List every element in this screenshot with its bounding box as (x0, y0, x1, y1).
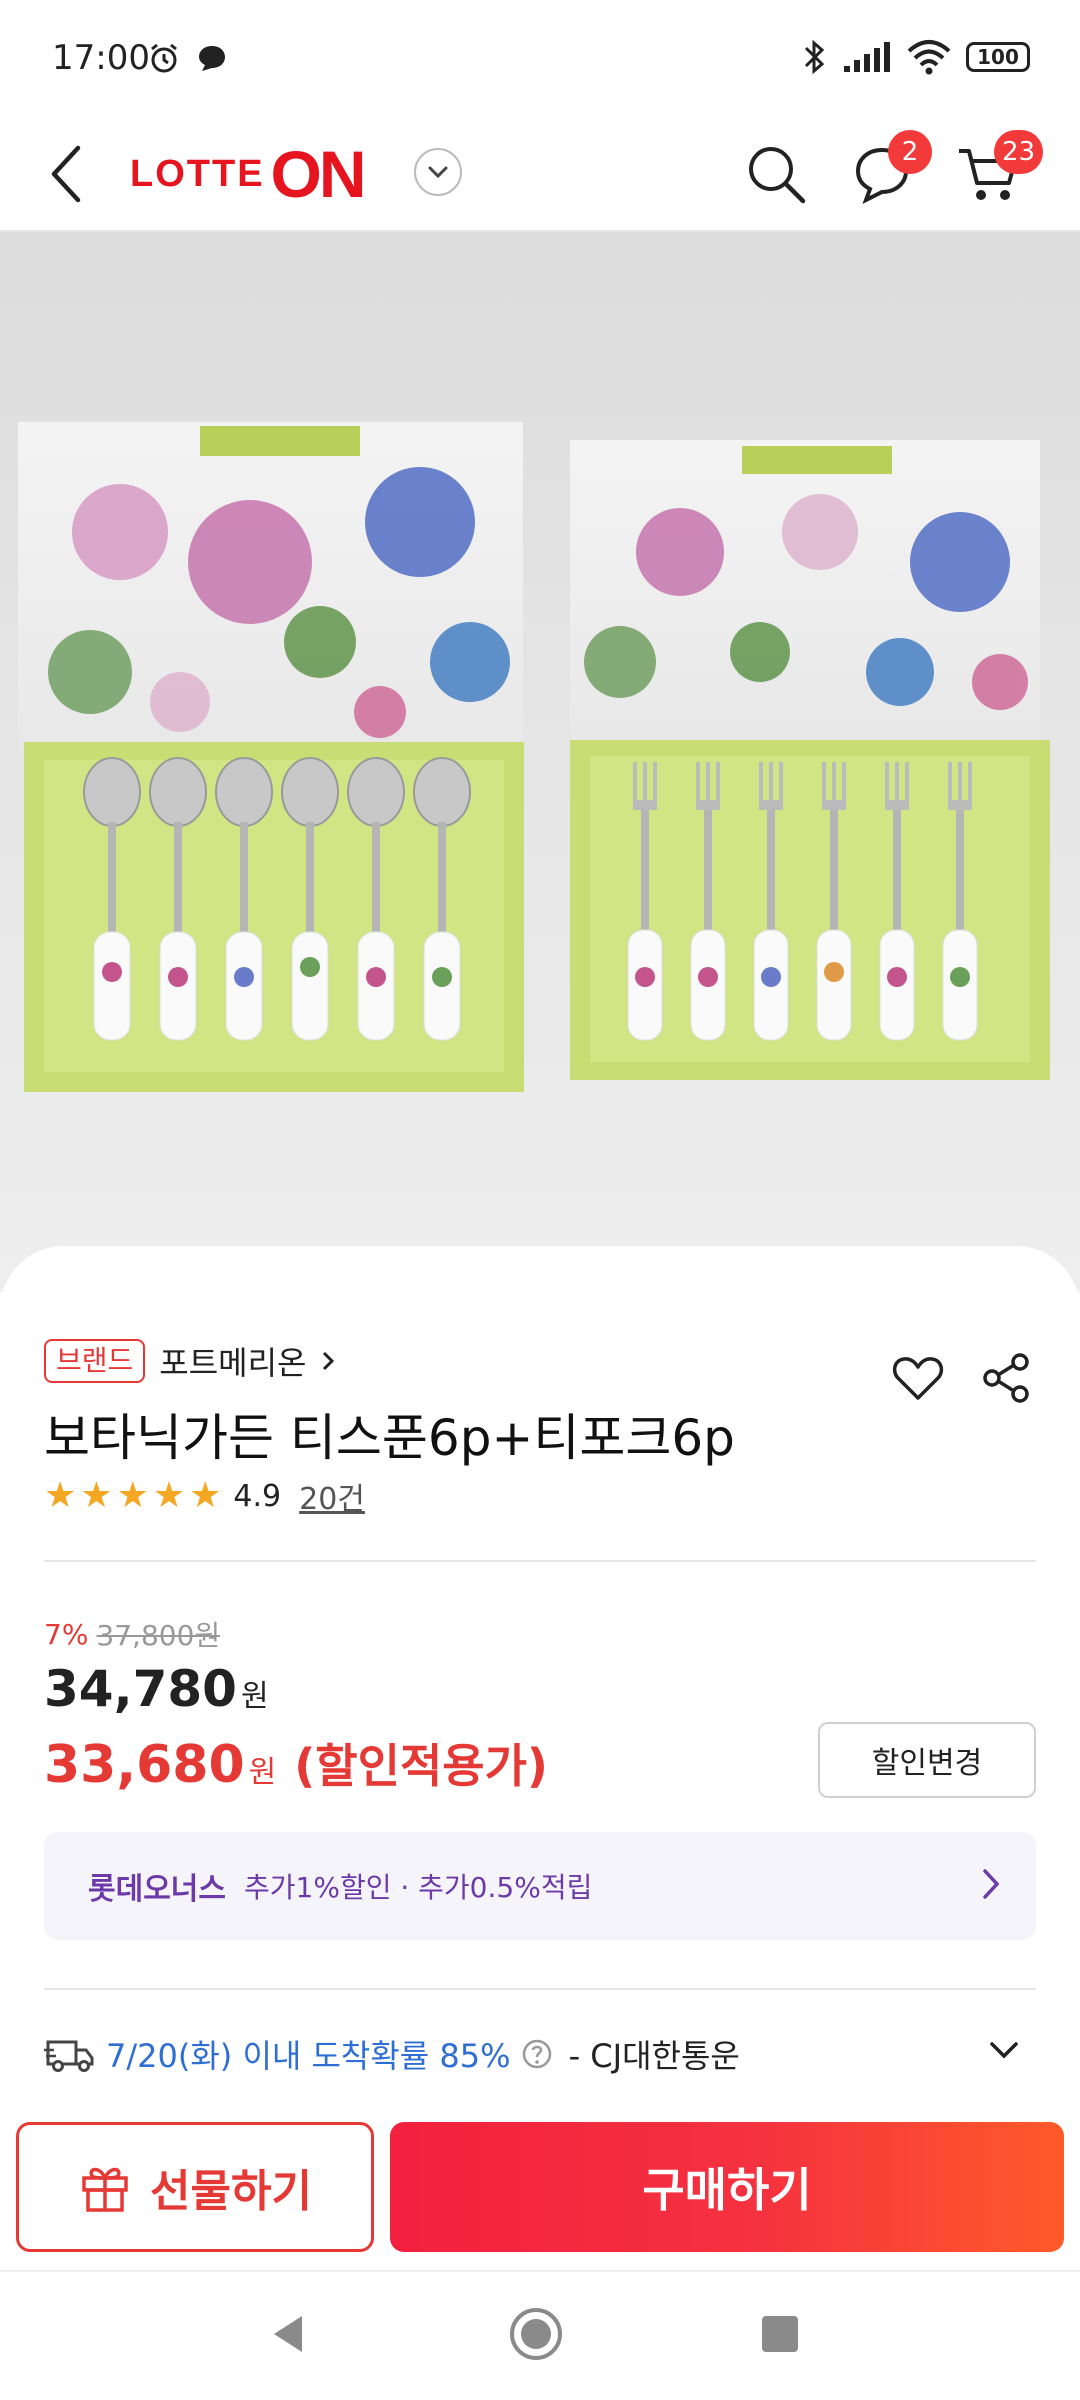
sale-price-unit: 원 (240, 1679, 269, 1714)
star-icon: ★ (80, 1475, 113, 1516)
search-button[interactable] (738, 136, 814, 212)
chevron-right-icon (323, 1351, 335, 1371)
membership-benefit-banner[interactable]: 롯데오너스 추가1%할인 · 추가0.5%적립 (44, 1832, 1036, 1940)
discount-rate: 7% (44, 1617, 89, 1651)
product-title: 보타닉가든 티스푼6p+티포크6p (44, 1409, 735, 1467)
search-icon (749, 147, 806, 204)
delivery-truck-icon (44, 2040, 94, 2072)
logo-lotte-text: LOTTE (130, 152, 265, 195)
benefit-name: 롯데오너스 (88, 1872, 226, 1907)
final-price-unit: 원 (248, 1755, 277, 1790)
help-icon[interactable] (521, 2038, 553, 2070)
change-discount-button[interactable]: 할인변경 (818, 1722, 1036, 1798)
gift-button[interactable]: 선물하기 (16, 2122, 374, 2252)
final-price: 33,680 (44, 1735, 245, 1795)
status-bar: 17:00 100 (0, 0, 1080, 118)
wishlist-button[interactable] (890, 1350, 946, 1406)
gift-button-label: 선물하기 (150, 2166, 312, 2217)
share-button[interactable] (978, 1350, 1034, 1406)
product-photo-illustration (18, 422, 1050, 1092)
benefit-description: 추가1%할인 · 추가0.5%적립 (244, 1871, 593, 1904)
alarm-icon (151, 43, 177, 73)
status-time: 17:00 (52, 38, 150, 78)
brand-tag: 브랜드 (44, 1339, 146, 1383)
nav-home-icon[interactable] (508, 2306, 564, 2362)
mall-dropdown-button[interactable] (414, 148, 462, 196)
final-price-label: (할인적용가) (294, 1739, 548, 1793)
status-notification-icons (146, 40, 230, 76)
star-icon: ★ (152, 1475, 186, 1516)
sale-price-row: 34,780 원 (44, 1660, 269, 1718)
chat-button[interactable]: 2 (844, 130, 932, 212)
divider (44, 1560, 1036, 1562)
bluetooth-icon (804, 39, 825, 75)
chevron-left-icon (51, 145, 81, 203)
chat-bubble-icon (199, 46, 225, 71)
nav-recents-icon[interactable] (762, 2316, 798, 2352)
buy-button-label: 구매하기 (642, 2163, 812, 2217)
final-price-row: 33,680 원 (할인적용가) (44, 1730, 548, 1796)
divider (44, 1988, 1036, 1990)
original-price-row: 7% 37,800원 (44, 1614, 220, 1654)
brand-link[interactable]: 브랜드 포트메리온 (44, 1338, 336, 1384)
lotteon-logo[interactable]: LOTTE ON (130, 134, 367, 214)
status-system-icons: 100 (800, 38, 1030, 76)
carrier-name: - CJ대한통운 (568, 2037, 740, 2075)
share-icon (983, 1353, 1029, 1403)
app-bar: LOTTE ON 2 23 (0, 118, 1080, 232)
gift-icon (82, 2167, 128, 2212)
chat-badge: 2 (888, 130, 932, 174)
shipping-info-row[interactable]: 7/20(화) 이내 도착확률 85% - CJ대한통운 (44, 2026, 1036, 2082)
logo-on-text: ON (270, 137, 367, 211)
star-icon: ★ (116, 1475, 149, 1516)
review-count-link[interactable]: 20건 (299, 1474, 365, 1518)
battery-indicator: 100 (966, 42, 1030, 72)
chevron-down-icon (428, 166, 448, 179)
rating-score: 4.9 (233, 1478, 282, 1514)
nav-back-icon[interactable] (268, 2312, 308, 2356)
arrival-estimate: 7/20(화) 이내 도착확률 85% (106, 2037, 511, 2075)
heart-icon (892, 1357, 944, 1400)
signal-icon (844, 42, 890, 72)
original-price: 37,800원 (96, 1619, 221, 1652)
back-button[interactable] (36, 136, 96, 212)
system-navigation-bar (0, 2272, 1080, 2400)
star-icon: ★ (44, 1475, 77, 1516)
chevron-down-icon (990, 2042, 1018, 2059)
buy-button[interactable]: 구매하기 (390, 2122, 1064, 2252)
cart-badge: 23 (994, 130, 1044, 174)
wifi-icon (907, 40, 951, 75)
cart-button[interactable]: 23 (950, 130, 1044, 212)
sale-price: 34,780 (44, 1660, 237, 1718)
brand-name: 포트메리온 (159, 1344, 307, 1382)
product-image[interactable] (0, 232, 1080, 1292)
purchase-action-bar: 선물하기 구매하기 (0, 2112, 1080, 2262)
rating-row[interactable]: ★ ★ ★ ★ ★ 4.9 20건 (44, 1474, 365, 1518)
star-icon: ★ (189, 1475, 222, 1516)
chevron-right-icon (983, 1869, 1000, 1899)
